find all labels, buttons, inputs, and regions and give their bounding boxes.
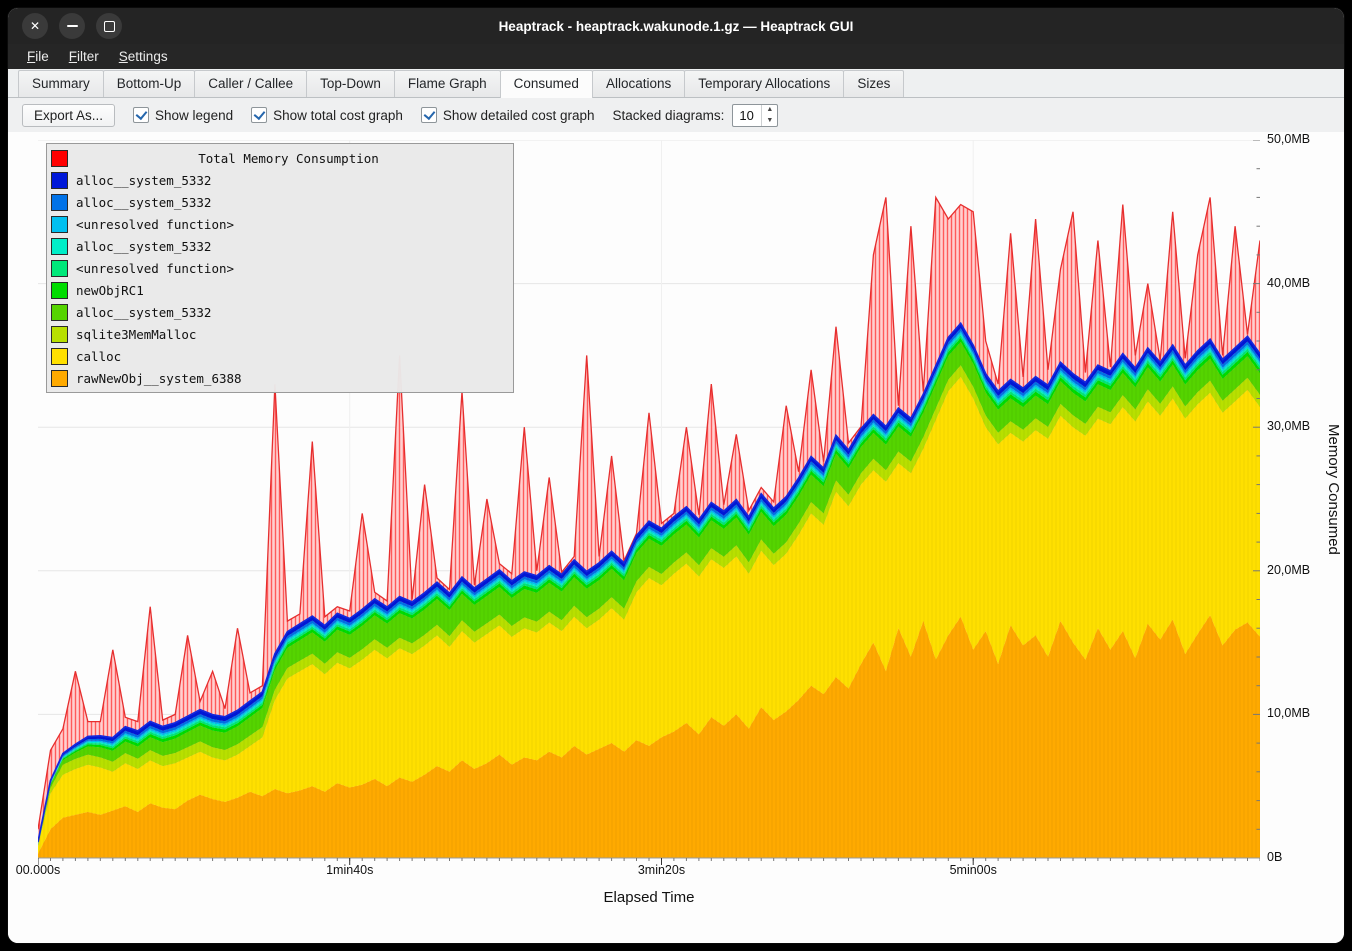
legend-item-label: sqlite3MemMalloc bbox=[76, 327, 196, 342]
menubar: File Filter Settings bbox=[8, 44, 1344, 69]
legend-item: newObjRC1 bbox=[51, 279, 509, 301]
tab-bottom-up[interactable]: Bottom-Up bbox=[103, 70, 196, 97]
show-total-cost-graph-checkbox[interactable]: Show total cost graph bbox=[251, 107, 403, 123]
tab-bar: Summary Bottom-Up Caller / Callee Top-Do… bbox=[8, 69, 1344, 98]
x-tick-label: 1min40s bbox=[305, 863, 395, 877]
y-tick-label: 40,0MB bbox=[1267, 276, 1310, 290]
tab-temporary-allocations[interactable]: Temporary Allocations bbox=[684, 70, 844, 97]
legend-item: calloc bbox=[51, 345, 509, 367]
toolbar: Export As... Show legend Show total cost… bbox=[8, 98, 1344, 132]
legend-color-swatch bbox=[51, 370, 68, 387]
y-tick-label: 50,0MB bbox=[1267, 132, 1310, 146]
close-button[interactable]: ✕ bbox=[22, 13, 48, 39]
legend-color-swatch bbox=[51, 172, 68, 189]
tab-flame-graph[interactable]: Flame Graph bbox=[394, 70, 501, 97]
legend-item-label: rawNewObj__system_6388 bbox=[76, 371, 242, 386]
y-tick-label: 10,0MB bbox=[1267, 706, 1310, 720]
legend-item-label: alloc__system_5332 bbox=[76, 239, 211, 254]
export-as-button[interactable]: Export As... bbox=[22, 104, 115, 127]
window-controls: ✕ bbox=[22, 13, 122, 39]
legend-item: rawNewObj__system_6388 bbox=[51, 367, 509, 389]
y-tick-label: 20,0MB bbox=[1267, 563, 1310, 577]
legend-color-swatch bbox=[51, 216, 68, 233]
legend-color-swatch bbox=[51, 282, 68, 299]
menu-item-filter[interactable]: Filter bbox=[60, 47, 108, 66]
spinbox-value[interactable]: 10 bbox=[733, 105, 761, 126]
y-axis-title: Memory Consumed bbox=[1325, 424, 1342, 555]
minimize-icon bbox=[67, 25, 78, 27]
menu-item-file[interactable]: File bbox=[18, 47, 58, 66]
tab-sizes[interactable]: Sizes bbox=[843, 70, 904, 97]
checkbox-label: Show legend bbox=[155, 108, 233, 123]
legend-item-label: newObjRC1 bbox=[76, 283, 144, 298]
spinbox-buttons: ▲ ▼ bbox=[761, 105, 777, 126]
legend-item: alloc__system_5332 bbox=[51, 169, 509, 191]
checkbox-icon bbox=[421, 107, 437, 123]
legend-color-swatch bbox=[51, 304, 68, 321]
legend-color-swatch bbox=[51, 194, 68, 211]
x-tick-label: 3min20s bbox=[616, 863, 706, 877]
checkbox-label: Show detailed cost graph bbox=[443, 108, 595, 123]
legend-item-label: <unresolved function> bbox=[76, 261, 234, 276]
stacked-diagrams-label: Stacked diagrams: bbox=[613, 108, 725, 123]
menu-item-settings[interactable]: Settings bbox=[110, 47, 177, 66]
minimize-button[interactable] bbox=[59, 13, 85, 39]
spinbox-down-button[interactable]: ▼ bbox=[762, 115, 777, 126]
legend-item: <unresolved function> bbox=[51, 213, 509, 235]
legend-item-label: alloc__system_5332 bbox=[76, 173, 211, 188]
tab-allocations[interactable]: Allocations bbox=[592, 70, 685, 97]
window-title: Heaptrack - heaptrack.wakunode.1.gz — He… bbox=[8, 19, 1344, 34]
tab-consumed[interactable]: Consumed bbox=[500, 70, 593, 98]
chart-area: 00.000s 1min40s 3min20s 5min00s 0B 10,0MB 20,… bbox=[8, 132, 1344, 943]
x-axis-title: Elapsed Time bbox=[38, 889, 1260, 906]
show-detailed-cost-graph-checkbox[interactable]: Show detailed cost graph bbox=[421, 107, 595, 123]
y-tick-label: 0B bbox=[1267, 850, 1282, 864]
checkbox-label: Show total cost graph bbox=[273, 108, 403, 123]
legend-color-swatch bbox=[51, 150, 68, 167]
legend-item: sqlite3MemMalloc bbox=[51, 323, 509, 345]
heaptrack-window: ✕ Heaptrack - heaptrack.wakunode.1.gz — … bbox=[8, 8, 1344, 943]
legend-item-label: alloc__system_5332 bbox=[76, 195, 211, 210]
chart-legend: Total Memory Consumption alloc__system_5… bbox=[46, 143, 514, 393]
checkbox-icon bbox=[251, 107, 267, 123]
legend-title-row: Total Memory Consumption bbox=[51, 147, 509, 169]
legend-item-label: <unresolved function> bbox=[76, 217, 234, 232]
maximize-button[interactable] bbox=[96, 13, 122, 39]
y-tick-label: 30,0MB bbox=[1267, 419, 1310, 433]
x-tick-label: 00.000s bbox=[8, 863, 83, 877]
legend-item-label: calloc bbox=[76, 349, 121, 364]
titlebar[interactable]: ✕ Heaptrack - heaptrack.wakunode.1.gz — … bbox=[8, 8, 1344, 44]
legend-color-swatch bbox=[51, 348, 68, 365]
tab-top-down[interactable]: Top-Down bbox=[306, 70, 395, 97]
legend-item: <unresolved function> bbox=[51, 257, 509, 279]
legend-color-swatch bbox=[51, 238, 68, 255]
close-icon: ✕ bbox=[30, 19, 40, 33]
legend-color-swatch bbox=[51, 326, 68, 343]
legend-title: Total Memory Consumption bbox=[68, 151, 509, 166]
legend-item-label: alloc__system_5332 bbox=[76, 305, 211, 320]
legend-item: alloc__system_5332 bbox=[51, 301, 509, 323]
spinbox-up-button[interactable]: ▲ bbox=[762, 105, 777, 116]
show-legend-checkbox[interactable]: Show legend bbox=[133, 107, 233, 123]
legend-item: alloc__system_5332 bbox=[51, 235, 509, 257]
checkbox-icon bbox=[133, 107, 149, 123]
maximize-icon bbox=[104, 21, 115, 32]
tab-summary[interactable]: Summary bbox=[18, 70, 104, 97]
legend-color-swatch bbox=[51, 260, 68, 277]
x-tick-label: 5min00s bbox=[928, 863, 1018, 877]
legend-item: alloc__system_5332 bbox=[51, 191, 509, 213]
tab-caller-callee[interactable]: Caller / Callee bbox=[194, 70, 307, 97]
stacked-diagrams-spinbox[interactable]: 10 ▲ ▼ bbox=[732, 104, 778, 127]
